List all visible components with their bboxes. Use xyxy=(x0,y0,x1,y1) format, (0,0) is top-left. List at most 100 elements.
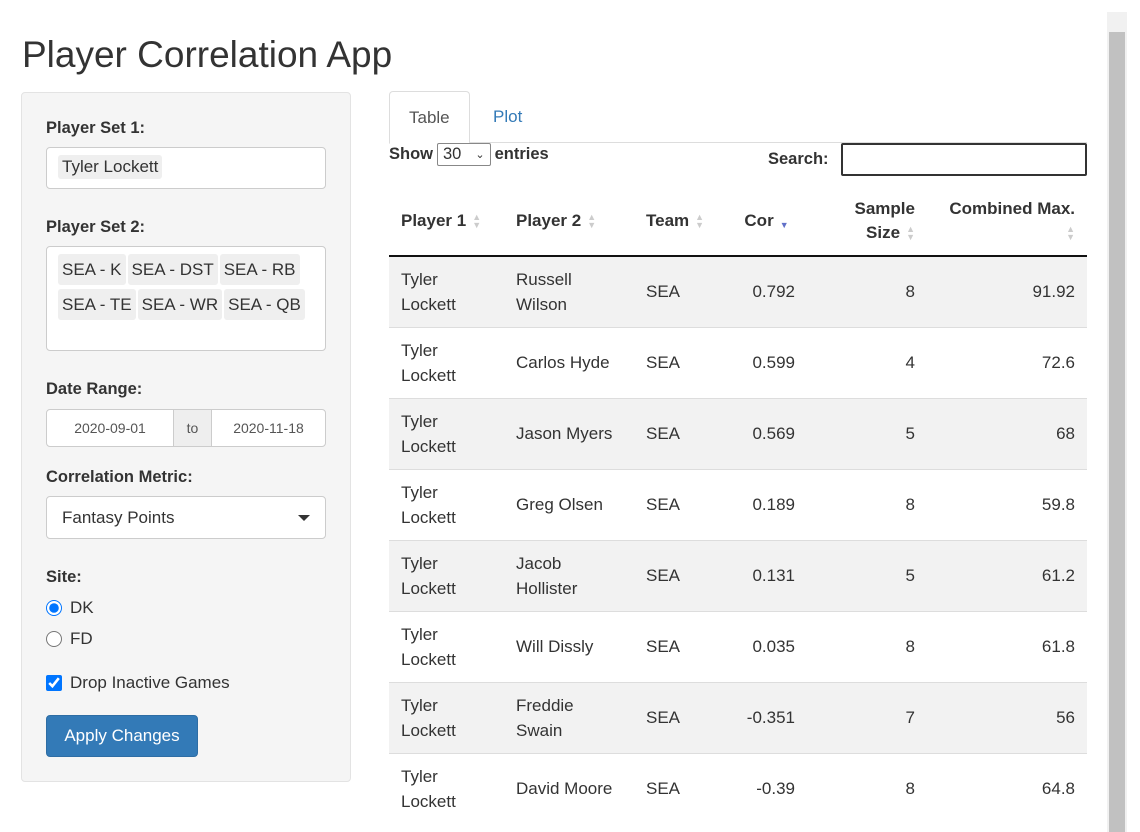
table-cell: 7 xyxy=(807,681,927,753)
date-range-label: Date Range: xyxy=(46,380,143,398)
table-row[interactable]: Tyler Lockett Jacob Hollister SEA 0.131 5 61.… xyxy=(389,539,1087,611)
table-cell: Will Dissly xyxy=(504,610,634,682)
tab-plot[interactable]: Plot xyxy=(474,91,541,143)
table-cell: 8 xyxy=(807,255,927,327)
site-option-label: DK xyxy=(70,598,94,617)
date-end-input[interactable]: 2020-11-18 xyxy=(212,410,325,446)
metric-select[interactable]: Fantasy Points xyxy=(46,496,326,539)
page-title: Player Correlation App xyxy=(22,34,393,75)
selected-item-chip[interactable]: SEA - RB xyxy=(219,254,300,285)
table-cell: Jason Myers xyxy=(504,397,634,469)
table-cell: 91.92 xyxy=(927,255,1087,327)
date-range-input: 2020-09-01 to 2020-11-18 xyxy=(46,409,326,447)
entries-select[interactable]: 30 ⌄ xyxy=(437,143,491,166)
table-cell: SEA xyxy=(634,539,727,611)
table-row[interactable]: Tyler Lockett Carlos Hyde SEA 0.599 4 72.6 xyxy=(389,326,1087,398)
date-separator: to xyxy=(173,410,212,446)
metric-value: Fantasy Points xyxy=(62,507,175,527)
drop-inactive-label: Drop Inactive Games xyxy=(70,673,230,692)
search-input[interactable] xyxy=(841,143,1087,176)
site-radio-fd[interactable] xyxy=(46,631,62,647)
site-option-dk[interactable]: DK xyxy=(46,598,94,618)
table-cell: 64.8 xyxy=(927,752,1087,824)
table-cell: SEA xyxy=(634,397,727,469)
selected-item-chip[interactable]: SEA - K xyxy=(58,254,126,285)
sort-desc-icon: ▼ xyxy=(779,220,789,231)
player-set-2-input[interactable]: SEA - K SEA - DST SEA - RB SEA - TE SEA - WR… xyxy=(46,246,326,351)
table-cell: Freddie Swain xyxy=(504,681,634,753)
table-cell: Tyler Lockett xyxy=(389,468,504,540)
table-cell: David Moore xyxy=(504,752,634,824)
table-row[interactable]: Tyler Lockett Russell Wilson SEA 0.792 8 91.9… xyxy=(389,255,1087,327)
table-row[interactable]: Tyler Lockett Will Dissly SEA 0.035 8 61.8 xyxy=(389,610,1087,682)
selected-item-chip[interactable]: SEA - DST xyxy=(127,254,218,285)
player-set-1-label: Player Set 1: xyxy=(46,119,146,137)
table-row[interactable]: Tyler Lockett Freddie Swain SEA -0.351 7 56 xyxy=(389,681,1087,753)
table-cell: 5 xyxy=(807,397,927,469)
column-header[interactable]: Player 2 ▲ ▼ xyxy=(504,186,634,257)
column-header-label: Team xyxy=(646,210,690,230)
drop-inactive-option[interactable]: Drop Inactive Games xyxy=(46,673,230,693)
table-row[interactable]: Tyler Lockett Jason Myers SEA 0.569 5 68 xyxy=(389,397,1087,469)
sort-icon: ▲ ▼ xyxy=(695,212,705,231)
drop-inactive-checkbox[interactable] xyxy=(46,675,62,691)
column-header[interactable]: Player 1 ▲ ▼ xyxy=(389,186,504,257)
table-cell: Tyler Lockett xyxy=(389,326,504,398)
show-label: Show xyxy=(389,145,433,163)
table-cell: 0.792 xyxy=(726,255,807,327)
column-header[interactable]: Cor ▼ xyxy=(726,186,807,257)
sort-icon: ▲ ▼ xyxy=(906,224,915,243)
column-header-label: Cor xyxy=(744,210,774,230)
table-cell: SEA xyxy=(634,610,727,682)
table-cell: 56 xyxy=(927,681,1087,753)
scrollbar-thumb[interactable] xyxy=(1109,32,1125,832)
selected-item-chip[interactable]: Tyler Lockett xyxy=(58,155,163,179)
table-cell: Jacob Hollister xyxy=(504,539,634,611)
table-cell: 61.8 xyxy=(927,610,1087,682)
table-cell: SEA xyxy=(634,255,727,327)
tab-bar: Table Plot xyxy=(389,91,1087,144)
sort-icon: ▲ ▼ xyxy=(1066,224,1075,243)
sort-icon: ▲ ▼ xyxy=(587,212,597,231)
table-cell: Carlos Hyde xyxy=(504,326,634,398)
column-header[interactable]: Combined Max. ▲ ▼ xyxy=(927,186,1087,257)
tab-table[interactable]: Table xyxy=(389,91,470,144)
table-cell: Tyler Lockett xyxy=(389,397,504,469)
table-cell: 0.035 xyxy=(726,610,807,682)
table-row[interactable]: Tyler Lockett Greg Olsen SEA 0.189 8 59.8 xyxy=(389,468,1087,540)
apply-changes-button[interactable]: Apply Changes xyxy=(46,715,198,757)
selected-item-chip[interactable]: SEA - QB xyxy=(224,289,305,320)
table-row[interactable]: Tyler Lockett David Moore SEA -0.39 8 64.8 xyxy=(389,752,1087,824)
table-cell: 8 xyxy=(807,752,927,824)
selected-item-chip[interactable]: SEA - WR xyxy=(137,289,223,320)
table-cell: SEA xyxy=(634,326,727,398)
selected-item-chip[interactable]: SEA - TE xyxy=(58,289,136,320)
table-cell: 0.189 xyxy=(726,468,807,540)
table-cell: Tyler Lockett xyxy=(389,255,504,327)
player-set-2-label: Player Set 2: xyxy=(46,218,146,236)
site-option-fd[interactable]: FD xyxy=(46,629,93,649)
site-label: Site: xyxy=(46,568,82,586)
entries-control: Show 30 ⌄ entries xyxy=(389,143,549,166)
player-set-1-input[interactable]: Tyler Lockett xyxy=(46,147,326,189)
table-cell: -0.39 xyxy=(726,752,807,824)
date-start-input[interactable]: 2020-09-01 xyxy=(47,410,173,446)
site-radio-dk[interactable] xyxy=(46,600,62,616)
table-cell: Tyler Lockett xyxy=(389,539,504,611)
metric-label: Correlation Metric: xyxy=(46,468,193,486)
table-cell: 8 xyxy=(807,468,927,540)
table-cell: SEA xyxy=(634,468,727,540)
sort-icon: ▲ ▼ xyxy=(472,212,482,231)
table-cell: 0.569 xyxy=(726,397,807,469)
table-cell: Greg Olsen xyxy=(504,468,634,540)
table-cell: 4 xyxy=(807,326,927,398)
column-header-label: Player 2 xyxy=(516,210,582,230)
table-cell: 61.2 xyxy=(927,539,1087,611)
column-header[interactable]: Team ▲ ▼ xyxy=(634,186,727,257)
column-header[interactable]: Sample Size ▲ ▼ xyxy=(807,186,927,257)
table-cell: 59.8 xyxy=(927,468,1087,540)
table-cell: Tyler Lockett xyxy=(389,610,504,682)
table-cell: 0.599 xyxy=(726,326,807,398)
search-label: Search: xyxy=(768,150,829,168)
results-table: Player 1 ▲ ▼ Player 2 ▲ ▼ Team ▲ ▼ Cor ▼ Sample Siz… xyxy=(389,186,1087,824)
